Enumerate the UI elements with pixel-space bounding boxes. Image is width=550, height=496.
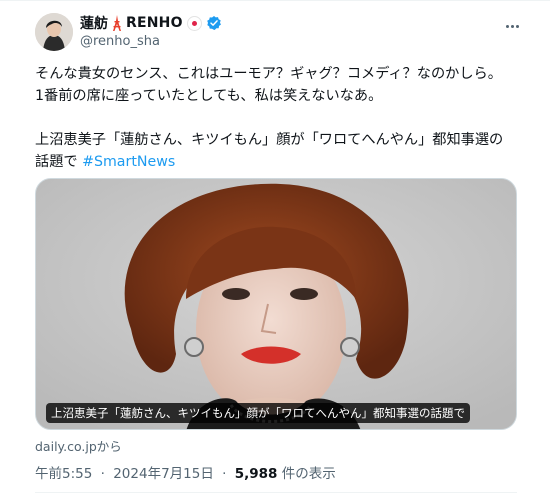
name-row: 蓮舫 RENHO	[80, 13, 222, 33]
tweet-text: そんな貴女のセンス、これはユーモア？ギャグ？コメディ？なのかしら。 1番前の席に…	[35, 63, 525, 173]
views-label: 件の表示	[281, 466, 336, 482]
meta-separator: ·	[100, 466, 105, 482]
user-handle[interactable]: @renho_sha	[80, 34, 222, 49]
meta-separator: ·	[222, 466, 227, 482]
japan-flag-icon	[186, 15, 202, 31]
avatar-image	[35, 13, 73, 51]
tweet-header: 蓮舫 RENHO @renho_sha	[80, 13, 222, 49]
article-title-prefix: 話題で	[35, 154, 78, 170]
link-card[interactable]: 上沼恵美子「蓮舫さん、キツイもん」顔が「ワロてへんやん」都知事選の話題で	[35, 178, 517, 430]
tweet-text-line: 1番前の席に座っていたとしても、私は笑えないなあ。	[35, 88, 383, 104]
hashtag-link[interactable]: #SmartNews	[82, 154, 175, 170]
tweet-container: 蓮舫 RENHO @renho_sha そんな貴女のセンス、これはユーモア？ギャ…	[0, 0, 550, 496]
divider	[35, 492, 517, 493]
tweet-text-line: そんな貴女のセンス、これはユーモア？ギャグ？コメディ？なのかしら。	[35, 66, 502, 82]
tweet-date[interactable]: 2024年7月15日	[113, 466, 214, 482]
more-options-icon[interactable]	[502, 16, 522, 36]
card-caption: 上沼恵美子「蓮舫さん、キツイもん」顔が「ワロてへんやん」都知事選の話題で	[46, 403, 470, 423]
article-title-line-2: 話題で #SmartNews	[35, 151, 525, 173]
tokyo-tower-icon	[113, 15, 121, 31]
tweet-meta: 午前5:55 · 2024年7月15日 · 5,988 件の表示	[35, 462, 336, 482]
card-photo	[36, 179, 516, 429]
brand-name[interactable]: RENHO	[126, 15, 183, 31]
article-title-line: 上沼恵美子「蓮舫さん、キツイもん」顔が「ワロてへんやん」都知事選の	[35, 132, 504, 148]
card-source-link[interactable]: daily.co.jpから	[35, 436, 122, 455]
views-count: 5,988	[234, 466, 278, 482]
divider	[0, 0, 550, 1]
display-name[interactable]: 蓮舫	[80, 13, 108, 33]
tweet-time[interactable]: 午前5:55	[35, 466, 92, 482]
avatar[interactable]	[35, 13, 73, 51]
verified-badge-icon	[206, 16, 221, 30]
